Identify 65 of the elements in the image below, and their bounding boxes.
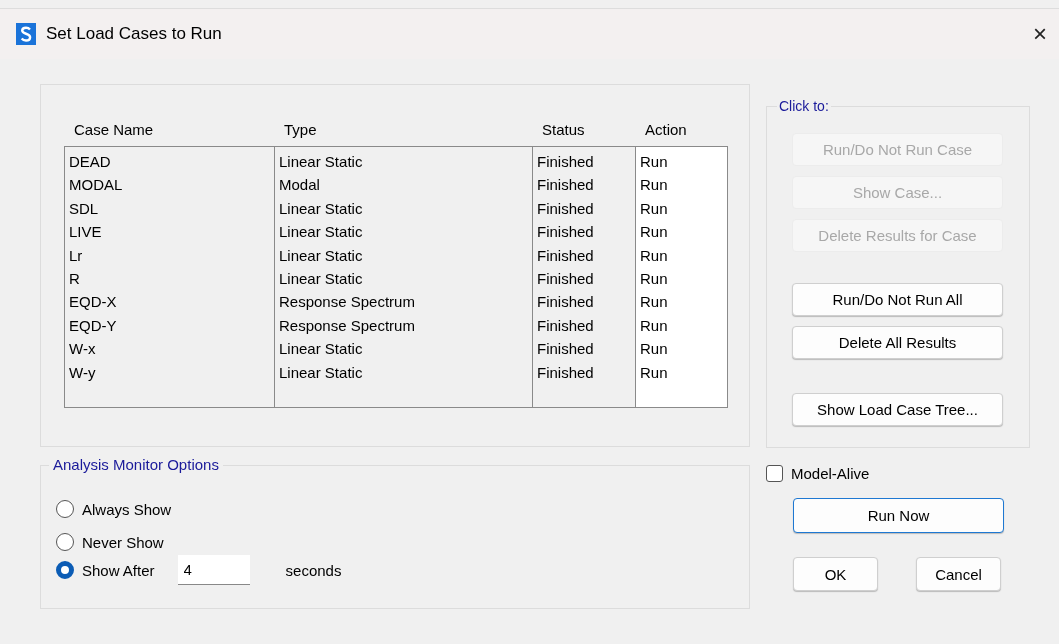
- table-cell-text: Run: [640, 175, 669, 196]
- table-cell-text: Linear Static: [279, 245, 364, 266]
- field-label: seconds: [285, 561, 342, 579]
- table-cell-text: Linear Static: [279, 222, 364, 243]
- table-cell-text: Finished: [537, 268, 595, 289]
- checkbox[interactable]: [766, 465, 783, 482]
- table-cell-text: MODAL: [69, 175, 124, 196]
- table-cell-text: Response Spectrum: [279, 315, 416, 336]
- dialog-button[interactable]: Cancel: [916, 557, 1001, 591]
- action-button[interactable]: Delete All Results: [792, 326, 1003, 359]
- table-cell-text: Run: [640, 222, 669, 243]
- column-header: Type: [283, 121, 318, 140]
- table-cell-text: Run: [640, 292, 669, 313]
- table-cell-text: LIVE: [69, 222, 103, 243]
- table-cell-text: Linear Static: [279, 362, 364, 383]
- table-cell-text: EQD-X: [69, 292, 118, 313]
- column-header: Status: [541, 121, 586, 140]
- action-button[interactable]: Run/Do Not Run All: [792, 283, 1003, 316]
- table-cell-text: SDL: [69, 198, 100, 219]
- table-cell-text: W-y: [69, 362, 97, 383]
- table-cell-text: Finished: [537, 339, 595, 360]
- dialog-button[interactable]: OK: [793, 557, 878, 591]
- table-cell-text: Run: [640, 245, 669, 266]
- radio-label: Always Show: [82, 500, 172, 518]
- table-cell-text: Finished: [537, 152, 595, 172]
- group-title: Analysis Monitor Options: [49, 456, 223, 473]
- table-cell-text: Run: [640, 268, 669, 289]
- close-button[interactable]: ×: [1033, 22, 1047, 46]
- column-header: Action: [644, 121, 688, 140]
- table-cell-text: Finished: [537, 175, 595, 196]
- table-cell-text: W-x: [69, 339, 97, 360]
- radio-button[interactable]: [56, 561, 74, 579]
- table-cell-text: Modal: [279, 175, 321, 196]
- table-cell-text: DEAD: [69, 152, 112, 172]
- table-cell-text: Finished: [537, 362, 595, 383]
- table-cell-text: Response Spectrum: [279, 292, 416, 313]
- table-cell-text: Linear Static: [279, 198, 364, 219]
- table-cell-text: Run: [640, 362, 669, 383]
- table-cell-text: Finished: [537, 315, 595, 336]
- radio-label: Show After: [82, 561, 155, 579]
- radio-button[interactable]: [56, 500, 74, 518]
- table-cell-text: Run: [640, 198, 669, 219]
- action-button[interactable]: Show Load Case Tree...: [792, 393, 1003, 426]
- table-cell-text: EQD-Y: [69, 315, 118, 336]
- table-cell-text: Linear Static: [279, 268, 364, 289]
- window-title: Set Load Cases to Run: [46, 24, 223, 44]
- table-cell-text: R: [69, 268, 81, 289]
- table-cell-text: Finished: [537, 198, 595, 219]
- app-logo-icon: [16, 23, 36, 45]
- radio-label: Never Show: [82, 533, 164, 551]
- table-cell-text: Run: [640, 339, 669, 360]
- seconds-field[interactable]: 4: [177, 555, 250, 585]
- group-title: Click to:: [777, 98, 831, 114]
- table-cell-text: Linear Static: [279, 339, 364, 360]
- table-cell-text: Finished: [537, 222, 595, 243]
- table-cell-text: Lr: [69, 245, 84, 266]
- table-cell-text: Linear Static: [279, 152, 364, 172]
- dialog-button[interactable]: Run Now: [793, 498, 1004, 533]
- checkbox-label: Model-Alive: [791, 465, 870, 482]
- table-cell-text: Finished: [537, 245, 595, 266]
- radio-button[interactable]: [56, 533, 74, 551]
- table-cell-text: Finished: [537, 292, 595, 313]
- column-header: Case Name: [73, 121, 155, 140]
- table-cell-text: Run: [640, 152, 669, 172]
- table-cell-text: Run: [640, 315, 669, 336]
